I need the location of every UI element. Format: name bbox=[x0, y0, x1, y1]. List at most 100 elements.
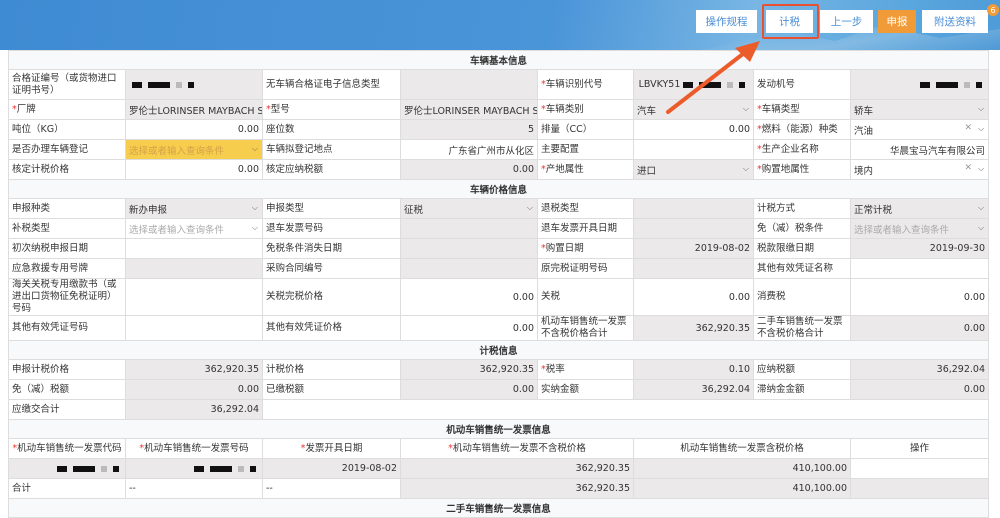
chevron-down-icon[interactable]: ⌵ bbox=[978, 124, 984, 134]
form-row: 应缴交合计 36,292.04 bbox=[8, 399, 990, 420]
label-text: 关税 bbox=[541, 291, 561, 302]
field-value: 36,292.04 bbox=[701, 384, 750, 395]
input-field: LBVKY51 bbox=[633, 69, 754, 100]
field-label: *车辆识别代号 bbox=[537, 69, 634, 100]
label-text: 车辆识别代号 bbox=[545, 78, 603, 90]
input-field[interactable]: 华晨宝马汽车有限公司 bbox=[849, 139, 990, 160]
redaction-mark bbox=[920, 81, 931, 88]
input-field: 5 bbox=[400, 119, 538, 140]
clear-icon[interactable]: ✕ bbox=[964, 163, 972, 173]
field-value: 汽车 bbox=[637, 105, 657, 117]
input-field[interactable] bbox=[849, 258, 990, 279]
select-field[interactable]: 选择或者输入查询条件 ⌵ bbox=[125, 218, 263, 239]
select-field[interactable]: 新办申报 ⌵ bbox=[125, 198, 263, 219]
label-text: 其他有效凭证名称 bbox=[757, 262, 834, 274]
input-field bbox=[849, 478, 990, 499]
input-field: 362,920.35 bbox=[400, 359, 538, 380]
chevron-down-icon[interactable]: ⌵ bbox=[252, 223, 258, 233]
label-text: 购置地属性 bbox=[761, 163, 810, 175]
select-field[interactable]: 选择或者输入查询条件 ⌵ bbox=[849, 218, 990, 239]
label-text: 产地属性 bbox=[545, 163, 584, 175]
form-row: 其他有效凭证号码 其他有效凭证价格 0.00 机动车销售统一发票不含税价格合计 362,… bbox=[8, 315, 990, 341]
input-field: 2019-09-30 bbox=[849, 238, 990, 259]
input-field bbox=[633, 258, 754, 279]
operation-rules-button[interactable]: 操作规程 bbox=[696, 10, 757, 33]
input-field[interactable]: 广东省广州市从化区 bbox=[400, 139, 538, 160]
input-field[interactable]: 0.00 bbox=[125, 119, 263, 140]
input-field[interactable]: 0.00 bbox=[400, 278, 538, 316]
field-label: 补税类型 bbox=[8, 218, 126, 239]
empty-cell bbox=[261, 399, 990, 420]
input-field[interactable] bbox=[125, 315, 263, 341]
label-text: 退税类型 bbox=[541, 202, 580, 214]
section-title: 二手车销售统一发票信息 bbox=[7, 498, 990, 518]
field-label: 消费税 bbox=[753, 278, 851, 316]
field-label: 税款限缴日期 bbox=[753, 238, 851, 259]
input-field[interactable] bbox=[125, 278, 263, 316]
form-row: 初次纳税申报日期 免税条件消失日期 *购置日期 2019-08-02 税款限缴日期 201… bbox=[8, 238, 990, 259]
form-row: 合格证编号（或货物进口证明书号） 无车辆合格证电子信息类型 *车辆识别代号 LBVKY… bbox=[8, 69, 990, 100]
field-value: 36,292.04 bbox=[936, 364, 986, 375]
field-value: 新办申报 bbox=[129, 204, 168, 216]
field-label: *机动车销售统一发票不含税价格 bbox=[400, 438, 634, 459]
attachments-button[interactable]: 附送资料 bbox=[922, 10, 988, 33]
select-field[interactable]: 正常计税 ⌵ bbox=[849, 198, 990, 219]
chevron-down-icon[interactable]: ⌵ bbox=[743, 164, 749, 174]
declare-button[interactable]: 申报 bbox=[878, 10, 916, 33]
input-field[interactable]: 0.00 bbox=[633, 278, 754, 316]
input-field[interactable] bbox=[849, 458, 990, 479]
form-row: 申报计税价格 362,920.35 计税价格 362,920.35 *税率 0.10 应纳税… bbox=[8, 359, 990, 380]
label-text: 座位数 bbox=[266, 123, 295, 135]
input-field bbox=[400, 238, 538, 259]
select-field[interactable]: 进口 ⌵ bbox=[633, 159, 754, 180]
label-text: 合计 bbox=[12, 482, 32, 494]
select-field[interactable]: 汽油 ✕ ⌵ bbox=[849, 119, 990, 140]
label-text: 燃料（能源）种类 bbox=[761, 123, 838, 135]
field-label: 滞纳金金额 bbox=[753, 379, 851, 400]
chevron-down-icon[interactable]: ⌵ bbox=[978, 223, 984, 233]
chevron-down-icon[interactable]: ⌵ bbox=[252, 144, 258, 154]
select-field[interactable]: 轿车 ⌵ bbox=[849, 99, 990, 120]
input-field[interactable]: 0.00 bbox=[633, 119, 754, 140]
redaction-mark bbox=[101, 465, 107, 472]
input-field[interactable]: -- bbox=[262, 478, 401, 499]
field-label: 主要配置 bbox=[537, 139, 634, 160]
field-label: 车辆拟登记地点 bbox=[262, 139, 401, 160]
chevron-down-icon[interactable]: ⌵ bbox=[743, 104, 749, 114]
field-value: -- bbox=[129, 483, 136, 494]
chevron-down-icon[interactable]: ⌵ bbox=[978, 203, 984, 213]
select-field[interactable]: 汽车 ⌵ bbox=[633, 99, 754, 120]
form-row: 应急救援专用号牌 采购合同编号 原完税证明号码 其他有效凭证名称 bbox=[8, 258, 990, 279]
chevron-down-icon[interactable]: ⌵ bbox=[252, 203, 258, 213]
select-field[interactable]: 境内 ✕ ⌵ bbox=[849, 159, 990, 180]
input-field[interactable]: 0.00 bbox=[400, 315, 538, 341]
field-value: 0.00 bbox=[237, 164, 259, 175]
field-label: *型号 bbox=[262, 99, 401, 120]
section-title: 机动车销售统一发票信息 bbox=[7, 419, 990, 439]
input-field bbox=[400, 258, 538, 279]
select-field[interactable]: 征税 ⌵ bbox=[400, 198, 538, 219]
clear-icon[interactable]: ✕ bbox=[964, 123, 972, 133]
field-value: 0.00 bbox=[963, 322, 986, 334]
field-label: 其他有效凭证号码 bbox=[8, 315, 126, 341]
input-field bbox=[125, 258, 263, 279]
previous-step-button[interactable]: 上一步 bbox=[820, 10, 873, 33]
input-field[interactable] bbox=[125, 238, 263, 259]
placeholder-text: 选择或者输入查询条件 bbox=[854, 224, 950, 236]
chevron-down-icon[interactable]: ⌵ bbox=[527, 203, 533, 213]
field-label: *税率 bbox=[537, 359, 634, 380]
input-field[interactable] bbox=[633, 139, 754, 160]
input-field[interactable]: 0.00 bbox=[125, 159, 263, 180]
select-field[interactable]: 选择或者输入查询条件 ⌵ bbox=[125, 139, 263, 160]
input-field bbox=[633, 198, 754, 219]
field-label: 免（减）税条件 bbox=[753, 218, 851, 239]
input-field[interactable]: 0.00 bbox=[849, 278, 990, 316]
field-label: 退税类型 bbox=[537, 198, 634, 219]
chevron-down-icon[interactable]: ⌵ bbox=[978, 164, 984, 174]
form-row: 是否办理车辆登记 选择或者输入查询条件 ⌵ 车辆拟登记地点 广东省广州市从化区 主要配置 *… bbox=[8, 139, 990, 160]
chevron-down-icon[interactable]: ⌵ bbox=[978, 104, 984, 114]
label-text: 应急救援专用号牌 bbox=[12, 262, 89, 274]
input-field[interactable]: -- bbox=[125, 478, 263, 499]
input-field: 36,292.04 bbox=[633, 379, 754, 400]
declaration-form: 车辆基本信息 合格证编号（或货物进口证明书号） 无车辆合格证电子信息类型 *车辆识别代… bbox=[7, 50, 990, 518]
